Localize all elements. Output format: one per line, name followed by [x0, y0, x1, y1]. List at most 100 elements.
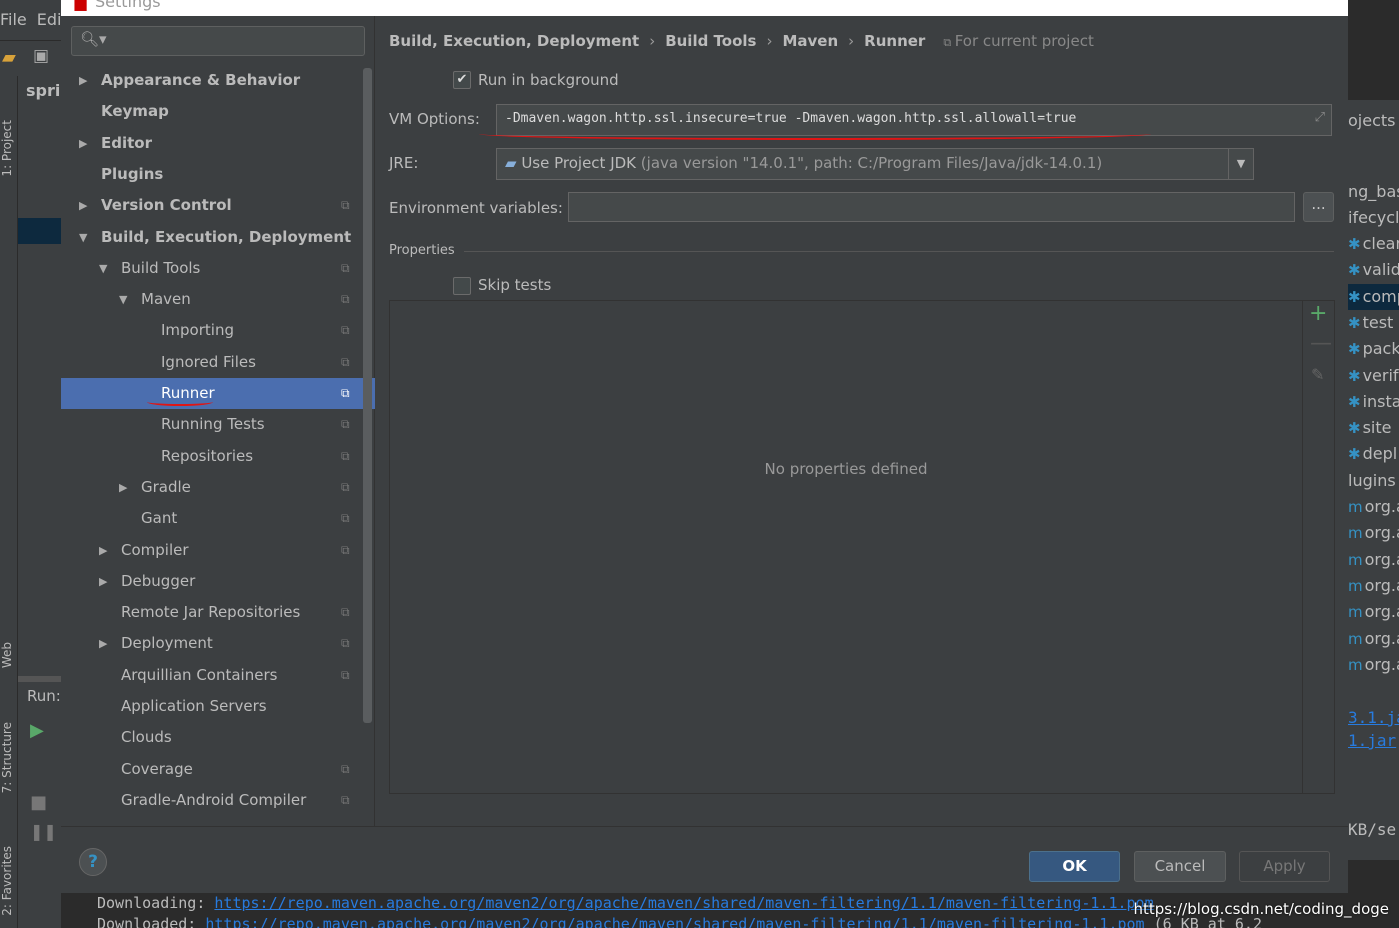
chevron-down-icon[interactable]: ▼ [119, 284, 127, 315]
tree-item-gradle[interactable]: ▶ Gradle ⧉ [61, 472, 361, 503]
tree-scrollbar[interactable] [363, 68, 372, 723]
tree-item-remote-jar-repositories[interactable]: Remote Jar Repositories ⧉ [61, 597, 361, 628]
chevron-right-icon[interactable]: ▶ [99, 566, 107, 597]
tree-item-plugins[interactable]: Plugins [61, 159, 361, 190]
chevron-right-icon[interactable]: ▶ [79, 190, 87, 221]
plugin-item[interactable]: morg.a [1348, 494, 1399, 520]
folder-icon: ▰ [505, 154, 522, 172]
save-icon[interactable]: ▣ [33, 46, 49, 66]
tree-item-application-servers[interactable]: Application Servers [61, 691, 361, 722]
plugin-item[interactable]: morg.a [1348, 520, 1399, 546]
jre-value: Use Project JDK [521, 154, 637, 172]
tree-item-maven[interactable]: ▼ Maven ⧉ [61, 284, 361, 315]
maven-projects-panel: ojects ng_baseifecycle✱clean✱valid✱comp✱t… [1348, 100, 1399, 860]
tab-web[interactable]: Web [0, 642, 18, 668]
chevron-right-icon[interactable]: ▶ [99, 628, 107, 659]
tree-item-gant[interactable]: Gant ⧉ [61, 503, 361, 534]
lifecycle-goal[interactable]: ✱clean [1348, 231, 1399, 257]
lifecycle-goal[interactable]: ✱verify [1348, 363, 1399, 389]
plugin-item[interactable]: morg.a [1348, 652, 1399, 678]
pause-icon[interactable]: ❚❚ [30, 822, 57, 841]
lifecycle-goal[interactable]: ✱ insta [1348, 389, 1399, 415]
tree-item-runner[interactable]: Runner ⧉ [61, 378, 375, 409]
console-link[interactable]: https://repo.maven.apache.org/maven2/org… [214, 894, 1153, 912]
download-speed[interactable]: KB/se [1348, 817, 1396, 843]
run-in-background-label: Run in background [478, 71, 619, 89]
checkmark-icon: ✔ [456, 72, 468, 87]
lifecycle-goal[interactable]: ✱ depl [1348, 441, 1397, 467]
settings-search-input[interactable]: 🔍︎▾ [71, 26, 365, 56]
remove-icon[interactable]: — [1310, 331, 1332, 356]
tree-item-repositories[interactable]: Repositories ⧉ [61, 441, 361, 472]
tree-item-appearance-behavior[interactable]: ▶ Appearance & Behavior [61, 65, 361, 96]
chevron-down-icon[interactable]: ▼ [79, 222, 87, 253]
tree-item-running-tests[interactable]: Running Tests ⧉ [61, 409, 361, 440]
tree-item-arquillian-containers[interactable]: Arquillian Containers ⧉ [61, 660, 361, 691]
console-link[interactable]: https://repo.maven.apache.org/maven2/org… [205, 915, 1144, 928]
tree-item-build-execution-deployment[interactable]: ▼ Build, Execution, Deployment [61, 222, 361, 253]
tree-item-label: Repositories [161, 446, 254, 465]
plugin-item[interactable]: morg.a [1348, 547, 1399, 573]
jre-select[interactable]: ▰ Use Project JDK (java version "14.0.1"… [496, 148, 1254, 180]
chevron-right-icon[interactable]: ▶ [119, 472, 127, 503]
plugin-item[interactable]: morg.a [1348, 626, 1399, 652]
skip-tests-checkbox[interactable] [453, 277, 471, 295]
run-in-background-checkbox[interactable]: ✔ [453, 71, 471, 89]
jar-link-label: 3.1.ja [1348, 708, 1399, 727]
lifecycle-goal-label: verify [1362, 365, 1399, 385]
tree-item-ignored-files[interactable]: Ignored Files ⧉ [61, 347, 361, 378]
panel-header[interactable]: ojects [1348, 108, 1395, 134]
cancel-button[interactable]: Cancel [1134, 851, 1226, 882]
menu-file[interactable]: File [0, 10, 27, 29]
chevron-right-icon[interactable]: ▶ [79, 65, 87, 96]
help-button[interactable]: ? [79, 848, 107, 876]
tree-item-build-tools[interactable]: ▼ Build Tools ⧉ [61, 253, 361, 284]
tree-item-deployment[interactable]: ▶ Deployment ⧉ [61, 628, 361, 659]
tree-item-importing[interactable]: Importing ⧉ [61, 315, 361, 346]
tree-item-coverage[interactable]: Coverage ⧉ [61, 754, 361, 785]
apply-button[interactable]: Apply [1239, 851, 1330, 882]
tree-item-debugger[interactable]: ▶ Debugger [61, 566, 361, 597]
open-folder-icon[interactable]: ▰ [2, 47, 16, 68]
plugin-item[interactable]: morg.a [1348, 573, 1399, 599]
tree-item-label: Build Tools [121, 258, 201, 277]
jar-link[interactable]: 1.jar [1348, 728, 1396, 754]
lifecycle-goal[interactable]: ✱ test [1348, 310, 1393, 336]
lifecycle-goal[interactable]: ✱comp [1348, 283, 1399, 310]
run-icon[interactable]: ▶ [30, 720, 44, 741]
plugins-node-label: lugins [1348, 471, 1396, 490]
expand-icon[interactable]: ⤢ [1315, 110, 1325, 125]
lifecycle-goal[interactable]: ✱ pack [1348, 336, 1399, 362]
tree-item-clouds[interactable]: Clouds [61, 722, 361, 753]
lifecycle-goal[interactable]: ✱ site [1348, 415, 1391, 441]
tree-item-compiler[interactable]: ▶ Compiler ⧉ [61, 535, 361, 566]
tree-item-label: Arquillian Containers [121, 665, 278, 684]
breadcrumb-item: Build, Execution, Deployment [389, 32, 640, 50]
menu-edit[interactable]: Edit [37, 10, 61, 29]
chevron-down-icon[interactable]: ▼ [99, 253, 107, 284]
add-icon[interactable]: + [1309, 301, 1327, 326]
tab-project[interactable]: 1: Project [0, 120, 18, 177]
ok-button[interactable]: OK [1029, 851, 1120, 882]
tab-structure[interactable]: 7: Structure [0, 722, 18, 793]
tree-item-editor[interactable]: ▶ Editor [61, 128, 361, 159]
maven-root[interactable]: ng_base [1348, 179, 1399, 205]
tab-favorites[interactable]: 2: Favorites [0, 846, 18, 916]
plugins-node[interactable]: lugins [1348, 468, 1396, 494]
env-browse-button[interactable]: ... [1303, 192, 1334, 222]
tree-item-version-control[interactable]: ▶ Version Control ⧉ [61, 190, 361, 221]
plugin-item[interactable]: morg.a [1348, 599, 1399, 625]
chevron-down-icon[interactable]: ▼ [1228, 149, 1253, 179]
tree-item-keymap[interactable]: Keymap [61, 96, 361, 127]
lifecycle-node[interactable]: ifecycle [1348, 205, 1399, 231]
edit-icon[interactable]: ✎ [1311, 365, 1324, 384]
jre-label: JRE: [389, 154, 419, 172]
chevron-right-icon[interactable]: ▶ [99, 535, 107, 566]
tree-item-gradle-android-compiler[interactable]: Gradle-Android Compiler ⧉ [61, 785, 361, 816]
plugin-item-label: org.a [1364, 523, 1399, 543]
chevron-right-icon[interactable]: ▶ [79, 128, 87, 159]
tree-item-label: Deployment [121, 634, 213, 653]
lifecycle-goal[interactable]: ✱ valid [1348, 257, 1399, 283]
stop-icon[interactable]: ■ [30, 792, 47, 813]
env-variables-input[interactable] [568, 192, 1295, 222]
